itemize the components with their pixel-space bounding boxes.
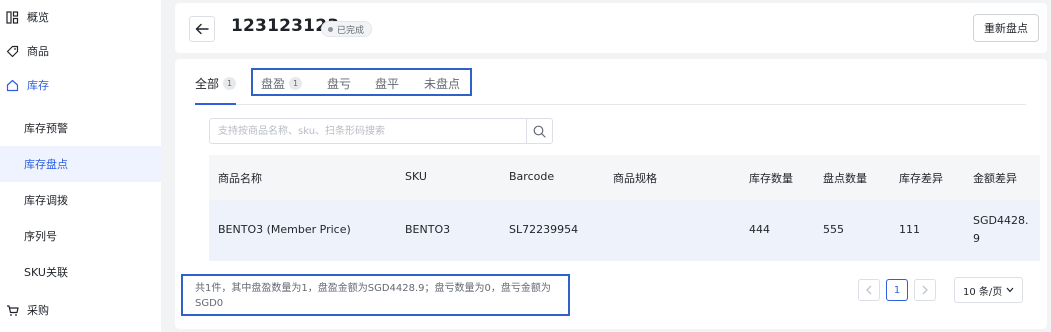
table-header: 商品名称 SKU Barcode 商品规格 库存数量 盘点数量 库存差异 金额差… bbox=[209, 155, 1040, 200]
chevron-down-icon bbox=[1006, 287, 1014, 293]
tab-label: 盘亏 bbox=[327, 77, 352, 91]
page-header: 123123123 已完成 重新盘点 bbox=[175, 3, 1047, 53]
page-button-current[interactable]: 1 bbox=[886, 279, 908, 301]
sidebar-item-label: 库存预警 bbox=[24, 122, 68, 135]
sidebar-item-stock-alert[interactable]: 库存预警 bbox=[0, 110, 161, 146]
tab-all[interactable]: 全部 1 bbox=[195, 75, 237, 92]
sidebar: 概览 商品 库存 库存预警 库存盘点 库存调拨 序列号 SKU关联 采购 bbox=[0, 0, 161, 332]
filter-tabs: 全部 1 盘盈 1 盘亏 盘平 未盘点 bbox=[195, 67, 1026, 105]
column-header: Barcode bbox=[509, 170, 555, 183]
tag-icon bbox=[5, 44, 19, 58]
sidebar-item-purchase[interactable]: 采购 bbox=[0, 293, 161, 327]
sidebar-item-stocktake[interactable]: 库存盘点 bbox=[0, 146, 161, 182]
tab-shortage[interactable]: 盘亏 bbox=[327, 75, 351, 92]
cell-stock-diff: 111 bbox=[899, 223, 920, 236]
table-row[interactable]: BENTO3 (Member Price) BENTO3 SL72239954 … bbox=[209, 200, 1040, 261]
next-page-button[interactable] bbox=[914, 279, 936, 301]
tab-balanced[interactable]: 盘平 bbox=[375, 75, 399, 92]
grid-icon bbox=[5, 10, 19, 24]
sidebar-item-label: 库存调拨 bbox=[24, 194, 68, 207]
tab-label: 未盘点 bbox=[424, 77, 461, 91]
sidebar-item-label: SKU关联 bbox=[24, 266, 68, 279]
search-box bbox=[209, 118, 553, 144]
column-header: SKU bbox=[405, 170, 427, 183]
status-label: 已完成 bbox=[337, 25, 365, 36]
page-size-label: 10 条/页 bbox=[963, 286, 1003, 298]
recount-button[interactable]: 重新盘点 bbox=[973, 14, 1039, 42]
sidebar-item-products[interactable]: 商品 bbox=[0, 34, 161, 68]
tab-surplus[interactable]: 盘盈 1 bbox=[261, 75, 303, 92]
sidebar-item-label: 序列号 bbox=[24, 230, 57, 243]
cart-icon bbox=[5, 303, 19, 317]
sidebar-item-label: 概览 bbox=[27, 11, 49, 24]
prev-page-button[interactable] bbox=[858, 279, 880, 301]
pagination: 1 10 条/页 bbox=[858, 277, 1024, 303]
cell-sku: BENTO3 bbox=[405, 223, 451, 236]
tab-count-badge: 1 bbox=[223, 77, 237, 90]
cell-stock-qty: 444 bbox=[749, 223, 770, 236]
column-header: 库存数量 bbox=[749, 172, 793, 185]
chevron-right-icon bbox=[922, 285, 928, 295]
sidebar-item-sku-link[interactable]: SKU关联 bbox=[0, 254, 161, 290]
sidebar-item-label: 库存盘点 bbox=[24, 158, 68, 171]
stocktake-table: 商品名称 SKU Barcode 商品规格 库存数量 盘点数量 库存差异 金额差… bbox=[209, 155, 1040, 261]
active-tab-indicator bbox=[195, 103, 236, 105]
search-input[interactable] bbox=[210, 119, 526, 143]
sidebar-item-overview[interactable]: 概览 bbox=[0, 0, 161, 34]
sidebar-item-label: 采购 bbox=[27, 304, 49, 317]
home-icon bbox=[5, 78, 19, 92]
tab-not-counted[interactable]: 未盘点 bbox=[424, 75, 460, 92]
sidebar-item-serial-number[interactable]: 序列号 bbox=[0, 218, 161, 254]
tab-label: 全部 bbox=[195, 77, 220, 91]
page-size-select[interactable]: 10 条/页 bbox=[954, 277, 1024, 303]
cell-amount-diff: SGD4428. bbox=[973, 214, 1029, 227]
cell-product-name: BENTO3 (Member Price) bbox=[218, 223, 351, 236]
summary-text: 共1件，其中盘盈数量为1，盘盈金额为SGD4428.9；盘亏数量为0，盘亏金额为 bbox=[195, 283, 551, 294]
tab-label: 盘平 bbox=[375, 77, 400, 91]
tab-label: 盘盈 bbox=[261, 77, 286, 91]
column-header: 商品规格 bbox=[613, 172, 657, 185]
cell-barcode: SL72239954 bbox=[509, 223, 579, 236]
cell-amount-diff-wrap: 9 bbox=[973, 232, 980, 245]
sidebar-item-inventory[interactable]: 库存 bbox=[0, 68, 161, 102]
sidebar-item-transfer[interactable]: 库存调拨 bbox=[0, 182, 161, 218]
back-button[interactable] bbox=[189, 16, 215, 42]
sidebar-item-label: 库存 bbox=[27, 79, 49, 92]
arrow-left-icon bbox=[195, 23, 209, 35]
column-header: 盘点数量 bbox=[823, 172, 867, 185]
status-badge: 已完成 bbox=[321, 21, 373, 37]
status-dot-icon bbox=[328, 26, 333, 32]
summary-box: 共1件，其中盘盈数量为1，盘盈金额为SGD4428.9；盘亏数量为0，盘亏金额为… bbox=[181, 274, 570, 316]
column-header: 库存差异 bbox=[899, 172, 943, 185]
chevron-left-icon bbox=[866, 285, 872, 295]
column-header: 金额差异 bbox=[973, 172, 1017, 185]
column-header: 商品名称 bbox=[218, 172, 262, 185]
sidebar-item-label: 商品 bbox=[27, 45, 49, 58]
search-icon bbox=[533, 125, 546, 138]
tab-count-badge: 1 bbox=[289, 77, 303, 90]
search-button[interactable] bbox=[526, 119, 552, 143]
cell-counted-qty: 555 bbox=[823, 223, 844, 236]
summary-text-wrap: SGD0 bbox=[195, 298, 224, 309]
main-content: 123123123 已完成 重新盘点 全部 1 盘盈 1 盘亏 盘平 未盘点 支… bbox=[161, 0, 1051, 332]
